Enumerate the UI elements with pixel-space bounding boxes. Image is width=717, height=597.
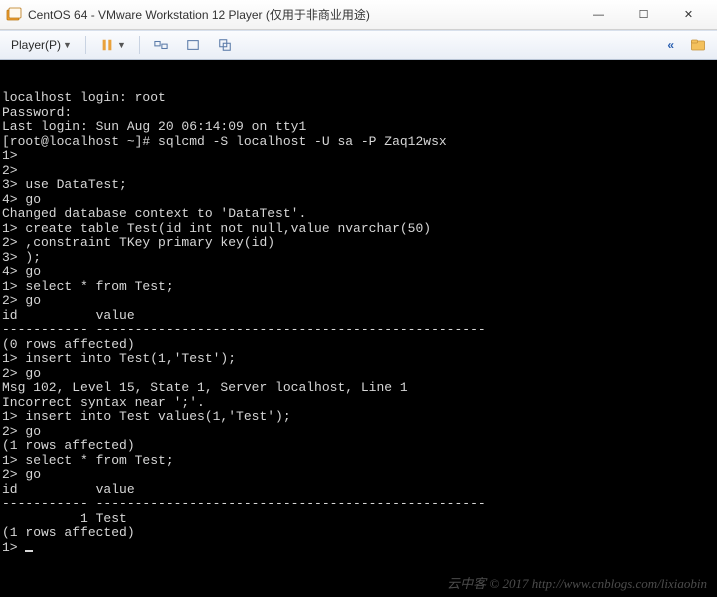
terminal-line: 2> go [2, 294, 717, 309]
pause-icon [99, 37, 115, 53]
toolbar-separator [139, 36, 140, 54]
terminal-line: Incorrect syntax near ';'. [2, 396, 717, 411]
player-menu-label: Player(P) [11, 38, 61, 52]
send-ctrl-alt-del-button[interactable] [146, 33, 176, 57]
vmware-app-icon [6, 7, 22, 23]
minimize-button[interactable]: — [576, 1, 621, 29]
terminal-line: 1> create table Test(id int not null,val… [2, 222, 717, 237]
terminal-line: ----------- ----------------------------… [2, 323, 717, 338]
terminal-line: 1> insert into Test values(1,'Test'); [2, 410, 717, 425]
close-button[interactable]: ✕ [666, 1, 711, 29]
terminal-line: 3> ); [2, 251, 717, 266]
terminal-line: 4> go [2, 193, 717, 208]
terminal-line: 1> [2, 541, 717, 556]
terminal-line: 2> go [2, 468, 717, 483]
window-title: CentOS 64 - VMware Workstation 12 Player… [28, 6, 576, 23]
terminal-line: (1 rows affected) [2, 439, 717, 454]
fullscreen-icon [185, 37, 201, 53]
terminal-line: 1> insert into Test(1,'Test'); [2, 352, 717, 367]
double-chevron-icon: « [667, 38, 674, 52]
terminal-line: Last login: Sun Aug 20 06:14:09 on tty1 [2, 120, 717, 135]
player-menu-button[interactable]: Player(P) ▼ [4, 33, 79, 57]
toolbar-separator [85, 36, 86, 54]
fullscreen-button[interactable] [178, 33, 208, 57]
unity-mode-button[interactable] [210, 33, 240, 57]
unity-icon [217, 37, 233, 53]
terminal-line: 2> go [2, 367, 717, 382]
terminal-line: Changed database context to 'DataTest'. [2, 207, 717, 222]
terminal-cursor [25, 550, 33, 552]
watermark-text: 云中客 © 2017 http://www.cnblogs.com/lixiao… [447, 577, 707, 592]
terminal-line: Password: [2, 106, 717, 121]
terminal-line: 1> [2, 149, 717, 164]
terminal-line: 1> select * from Test; [2, 454, 717, 469]
window-controls: — ☐ ✕ [576, 1, 711, 29]
terminal-line: 2> go [2, 425, 717, 440]
terminal-line: id value [2, 483, 717, 498]
toolbar: Player(P) ▼ ▼ « [0, 30, 717, 60]
terminal-line: 1 Test [2, 512, 717, 527]
chevron-down-icon: ▼ [63, 40, 72, 50]
terminal-line: (0 rows affected) [2, 338, 717, 353]
terminal-line: 4> go [2, 265, 717, 280]
maximize-button[interactable]: ☐ [621, 1, 666, 29]
terminal-line: id value [2, 309, 717, 324]
terminal-line: Msg 102, Level 15, State 1, Server local… [2, 381, 717, 396]
terminal-line: 1> select * from Test; [2, 280, 717, 295]
terminal-line: (1 rows affected) [2, 526, 717, 541]
titlebar: CentOS 64 - VMware Workstation 12 Player… [0, 0, 717, 30]
terminal-line: [root@localhost ~]# sqlcmd -S localhost … [2, 135, 717, 150]
terminal-line: 2> [2, 164, 717, 179]
terminal-line: ----------- ----------------------------… [2, 497, 717, 512]
send-keys-icon [153, 37, 169, 53]
chevron-down-icon: ▼ [117, 40, 126, 50]
terminal-line: localhost login: root [2, 91, 717, 106]
manage-button[interactable] [683, 33, 713, 57]
folder-icon [690, 37, 706, 53]
pause-button[interactable]: ▼ [92, 33, 133, 57]
terminal-line: 2> ,constraint TKey primary key(id) [2, 236, 717, 251]
collapse-toolbar-button[interactable]: « [660, 33, 681, 57]
terminal-output[interactable]: localhost login: rootPassword:Last login… [0, 60, 717, 597]
terminal-line: 3> use DataTest; [2, 178, 717, 193]
